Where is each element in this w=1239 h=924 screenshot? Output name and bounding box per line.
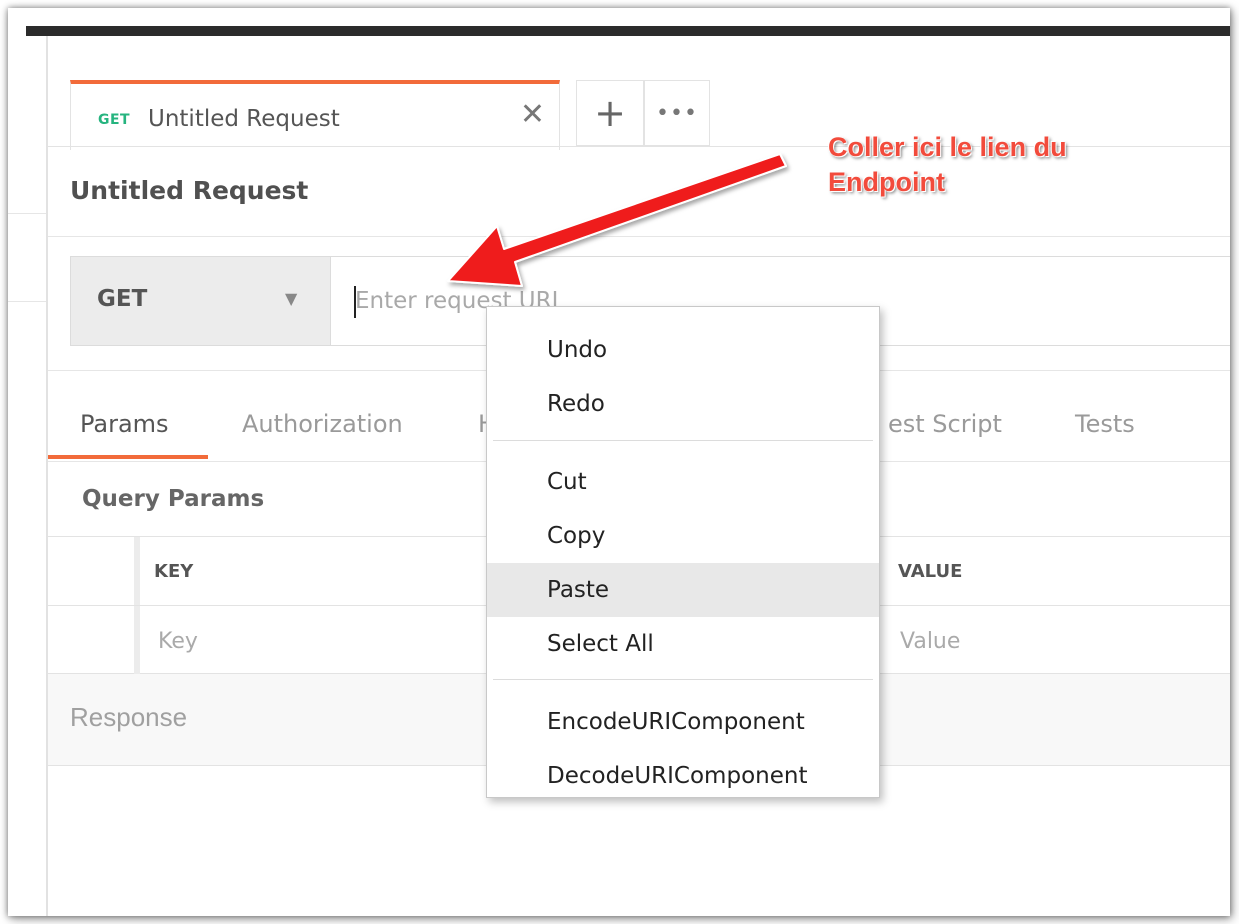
text-cursor [354, 286, 356, 318]
context-menu: Undo Redo Cut Copy Paste Select All Enco… [486, 306, 880, 798]
sidebar-divider [8, 301, 46, 302]
drag-handle-column [134, 537, 140, 605]
sidebar-edge [46, 36, 48, 916]
column-header-key: KEY [154, 561, 194, 582]
value-input[interactable]: Value [900, 629, 960, 654]
tab-title: Untitled Request [148, 106, 340, 132]
menu-item-copy[interactable]: Copy [487, 509, 879, 563]
method-select[interactable]: GET ▼ [71, 257, 331, 345]
close-icon[interactable]: ✕ [520, 100, 545, 130]
key-input[interactable]: Key [158, 629, 198, 654]
sidebar-divider [8, 213, 46, 214]
ellipsis-icon[interactable]: ••• [644, 80, 710, 146]
menu-item-undo[interactable]: Undo [487, 323, 879, 377]
tab-tests[interactable]: Tests [1075, 410, 1135, 438]
annotation-line-2: Endpoint [828, 167, 945, 197]
menu-item-redo[interactable]: Redo [487, 377, 879, 431]
request-tab[interactable]: GET Untitled Request ✕ [70, 80, 560, 150]
annotation-line-1: Coller ici le lien du [828, 132, 1067, 162]
menu-item-paste[interactable]: Paste [487, 563, 879, 617]
column-header-value: VALUE [898, 561, 963, 582]
tab-pre-request-script[interactable]: est Script [888, 410, 1002, 438]
tab-params[interactable]: Params [80, 410, 169, 438]
method-label: GET [97, 286, 148, 312]
annotation-callout: Coller ici le lien du Endpoint [828, 130, 1067, 200]
response-label: Response [70, 702, 188, 732]
divider [48, 236, 1230, 237]
tab-authorization[interactable]: Authorization [242, 410, 403, 438]
plus-icon[interactable]: + [576, 80, 644, 146]
title-bar [26, 26, 1230, 36]
menu-item-cut[interactable]: Cut [487, 455, 879, 509]
menu-item-select-all[interactable]: Select All [487, 617, 879, 671]
tab-method-badge: GET [98, 112, 131, 128]
menu-item-decode-uri[interactable]: DecodeURIComponent [487, 749, 879, 803]
menu-item-encode-uri[interactable]: EncodeURIComponent [487, 695, 879, 749]
query-params-title: Query Params [82, 486, 265, 512]
active-tab-indicator [48, 455, 208, 459]
chevron-down-icon: ▼ [285, 289, 298, 308]
drag-handle-column [134, 606, 140, 674]
request-title[interactable]: Untitled Request [70, 176, 308, 205]
menu-separator [493, 679, 873, 680]
menu-separator [493, 440, 873, 441]
